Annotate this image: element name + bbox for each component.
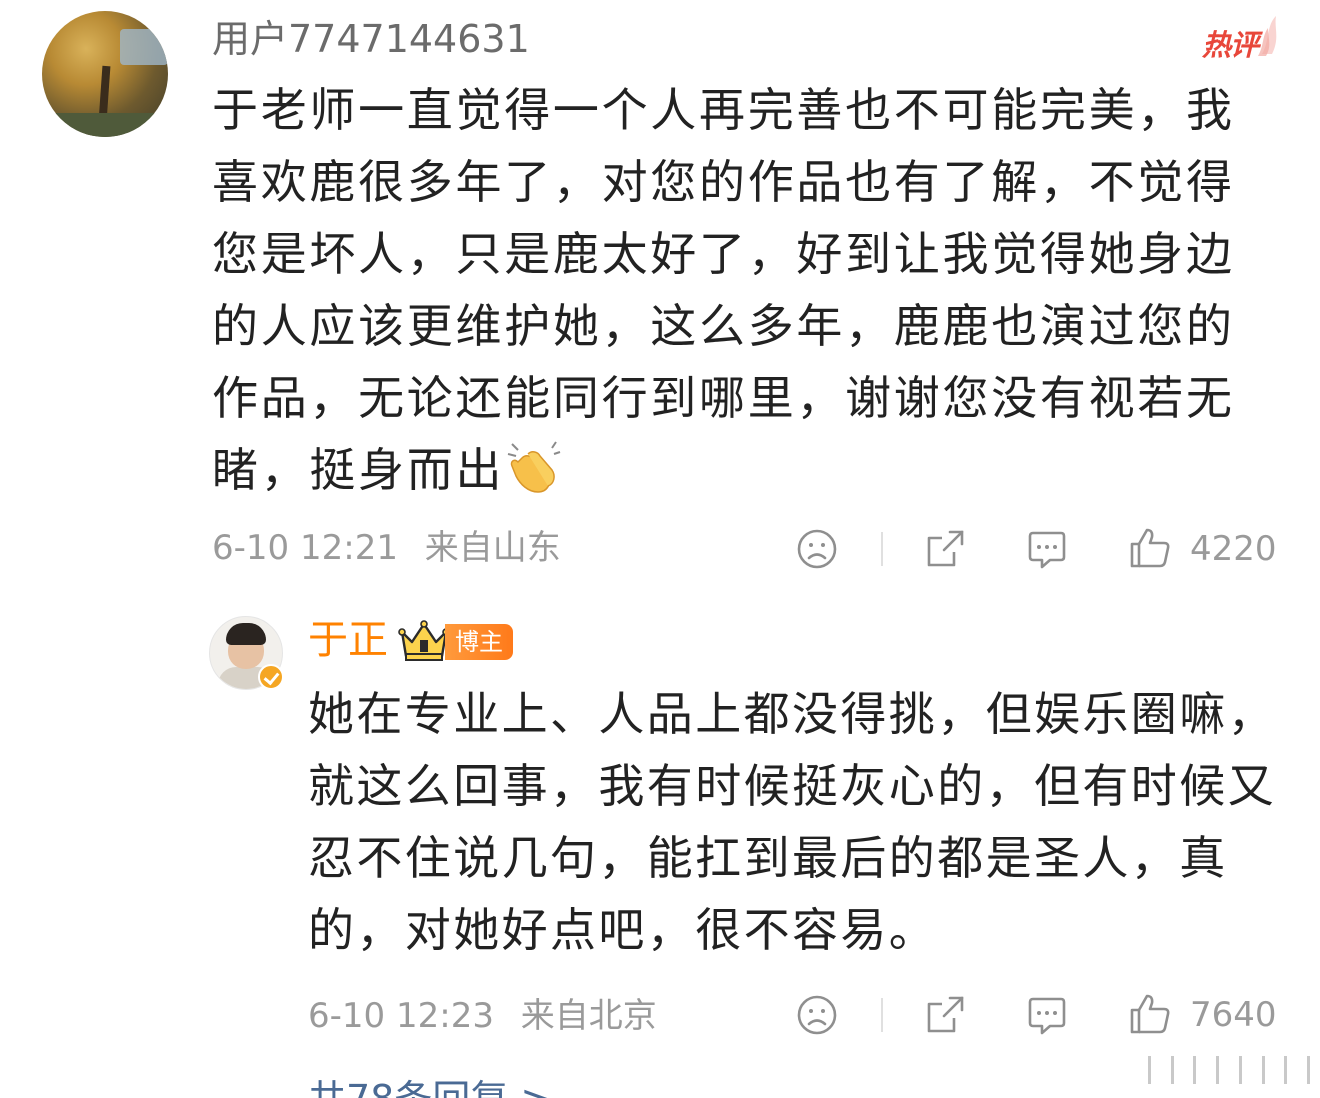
more-replies-link[interactable]: 共78条回复 > <box>308 1074 552 1098</box>
blogger-badge: 博主 <box>445 624 513 660</box>
reply-text: 她在专业上、人品上都没得挑，但娱乐圈嘛，就这么回事，我有时候挺灰心的，但有时候又… <box>308 687 1276 957</box>
comment-thread: 用户7747144631 热评 于老师一直觉得一个人再完善也不可能完美，我喜欢鹿… <box>0 0 1320 1098</box>
reply-username[interactable]: 于正 <box>308 614 388 666</box>
like-count: 7640 <box>1190 995 1277 1035</box>
comment-icon[interactable] <box>1026 530 1068 570</box>
share-icon[interactable] <box>924 994 966 1036</box>
divider <box>881 532 883 566</box>
clapping-hands-icon <box>507 441 561 493</box>
comment-username[interactable]: 用户7747144631 <box>212 14 530 64</box>
avatar[interactable] <box>42 11 168 137</box>
like-count: 4220 <box>1190 529 1277 569</box>
hot-label: 热评 <box>1202 28 1259 62</box>
comment-body: 于老师一直觉得一个人再完善也不可能完美，我喜欢鹿很多年了，对您的作品也有了解，不… <box>212 83 1235 497</box>
thumbs-up-icon[interactable] <box>1128 992 1172 1036</box>
verified-icon <box>258 664 284 690</box>
thumbs-up-icon[interactable] <box>1128 526 1172 570</box>
comment-text: 于老师一直觉得一个人再完善也不可能完美，我喜欢鹿很多年了，对您的作品也有了解，不… <box>212 74 1277 506</box>
sad-face-icon[interactable] <box>796 994 838 1036</box>
watermark <box>1140 1056 1310 1086</box>
comment-meta: 6-10 12:21 来自山东 <box>212 526 561 570</box>
share-icon[interactable] <box>924 528 966 570</box>
comment-icon[interactable] <box>1026 996 1068 1036</box>
reply-date: 6-10 12:23 <box>308 996 494 1036</box>
reply-location: 来自北京 <box>520 996 657 1036</box>
hot-comment-badge: 热评 <box>1200 14 1280 62</box>
sad-face-icon[interactable] <box>796 528 838 570</box>
reply-meta: 6-10 12:23 来自北京 <box>308 994 657 1038</box>
divider <box>881 998 883 1032</box>
comment-date: 6-10 12:21 <box>212 528 398 568</box>
comment-location: 来自山东 <box>424 528 561 568</box>
crown-icon <box>398 620 450 666</box>
